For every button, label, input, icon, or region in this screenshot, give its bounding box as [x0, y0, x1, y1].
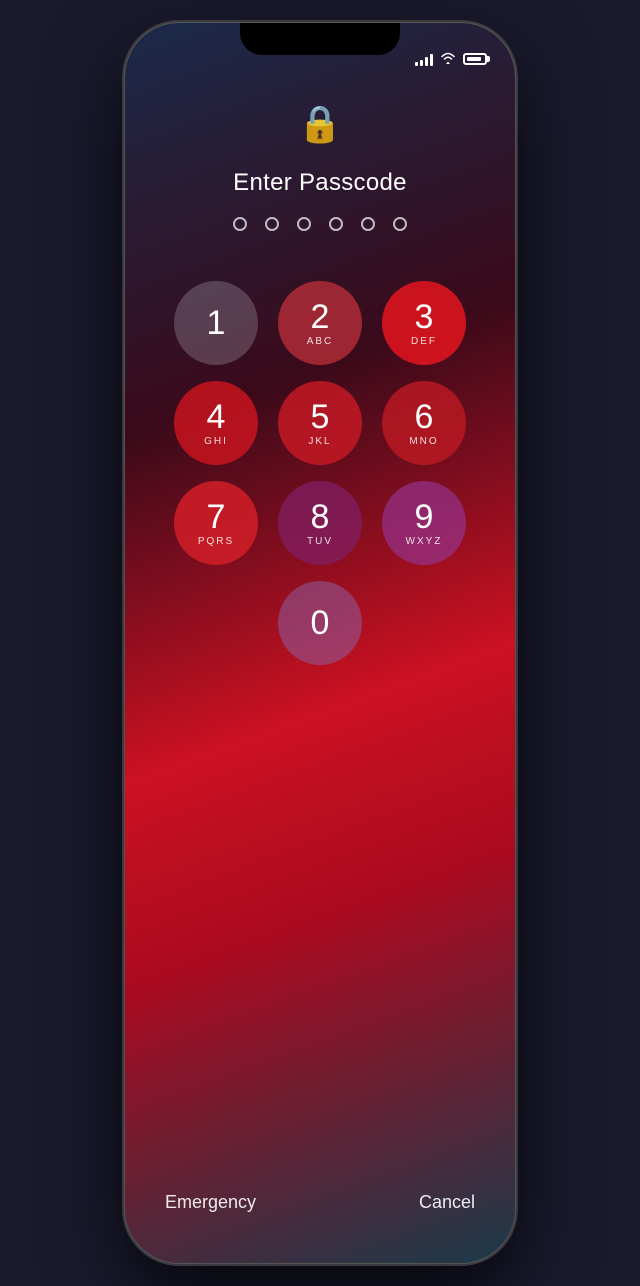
- key-7-number: 7: [207, 500, 226, 534]
- key-3-letters: DEF: [411, 336, 437, 347]
- key-7-letters: PQRS: [198, 536, 234, 547]
- emergency-button[interactable]: Emergency: [165, 1192, 256, 1213]
- key-0-button[interactable]: 0: [278, 581, 362, 665]
- keypad: 1 2 ABC 3 DEF 4 GHI: [174, 281, 466, 665]
- passcode-dot-4: [329, 217, 343, 231]
- keypad-row-4: 0: [278, 581, 362, 665]
- key-5-button[interactable]: 5 JKL: [278, 381, 362, 465]
- passcode-dot-6: [393, 217, 407, 231]
- signal-icon: [415, 52, 433, 66]
- passcode-dot-5: [361, 217, 375, 231]
- key-2-number: 2: [311, 300, 330, 334]
- screen-content: 🔒 Enter Passcode 1 2 ABC: [125, 23, 515, 1263]
- key-2-button[interactable]: 2 ABC: [278, 281, 362, 365]
- key-2-letters: ABC: [307, 336, 334, 347]
- key-1-number: 1: [207, 306, 226, 340]
- key-6-button[interactable]: 6 MNO: [382, 381, 466, 465]
- status-icons: [415, 50, 487, 67]
- key-0-number: 0: [311, 606, 330, 640]
- key-8-button[interactable]: 8 TUV: [278, 481, 362, 565]
- passcode-title: Enter Passcode: [233, 169, 407, 197]
- key-9-number: 9: [415, 500, 434, 534]
- key-7-button[interactable]: 7 PQRS: [174, 481, 258, 565]
- wifi-icon: [439, 50, 457, 67]
- key-8-number: 8: [311, 500, 330, 534]
- lock-icon: 🔒: [298, 103, 343, 145]
- phone-frame: 🔒 Enter Passcode 1 2 ABC: [125, 23, 515, 1263]
- passcode-dot-1: [233, 217, 247, 231]
- key-8-letters: TUV: [307, 536, 333, 547]
- key-5-number: 5: [311, 400, 330, 434]
- key-4-number: 4: [207, 400, 226, 434]
- key-3-number: 3: [415, 300, 434, 334]
- keypad-row-2: 4 GHI 5 JKL 6 MNO: [174, 381, 466, 465]
- key-4-letters: GHI: [204, 436, 228, 447]
- passcode-dot-3: [297, 217, 311, 231]
- key-4-button[interactable]: 4 GHI: [174, 381, 258, 465]
- keypad-row-3: 7 PQRS 8 TUV 9 WXYZ: [174, 481, 466, 565]
- battery-icon: [463, 53, 487, 65]
- key-9-letters: WXYZ: [406, 536, 443, 547]
- phone-screen: 🔒 Enter Passcode 1 2 ABC: [125, 23, 515, 1263]
- passcode-dots: [233, 217, 407, 231]
- key-6-letters: MNO: [409, 436, 438, 447]
- passcode-dot-2: [265, 217, 279, 231]
- bottom-bar: Emergency Cancel: [125, 1192, 515, 1213]
- key-3-button[interactable]: 3 DEF: [382, 281, 466, 365]
- key-1-button[interactable]: 1: [174, 281, 258, 365]
- key-5-letters: JKL: [308, 436, 331, 447]
- key-6-number: 6: [415, 400, 434, 434]
- key-9-button[interactable]: 9 WXYZ: [382, 481, 466, 565]
- keypad-row-1: 1 2 ABC 3 DEF: [174, 281, 466, 365]
- cancel-button[interactable]: Cancel: [419, 1192, 475, 1213]
- notch: [240, 23, 400, 55]
